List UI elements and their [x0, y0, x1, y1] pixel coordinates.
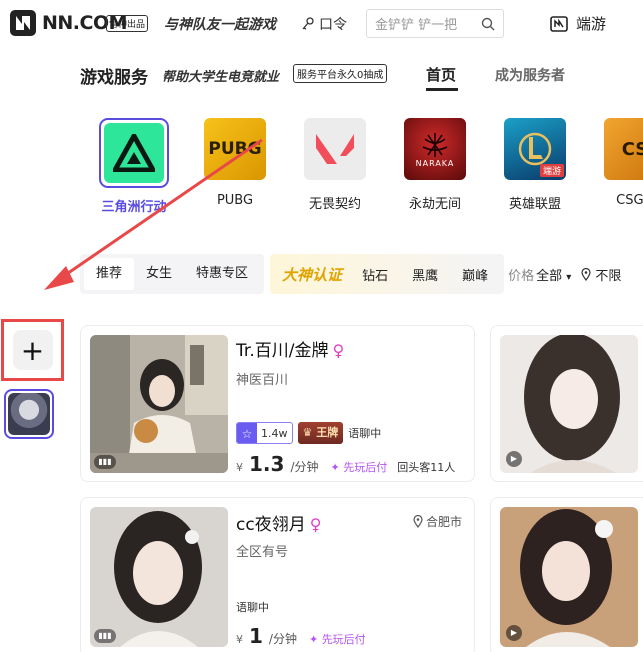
player-photo: ▮▮▮ — [90, 507, 228, 647]
price-row: ¥ 1 /分钟 ✦ 先玩后付 — [236, 624, 366, 648]
game-lol[interactable]: 端游 英雄联盟 — [499, 118, 571, 212]
player-subtitle: 全区有号 — [236, 545, 289, 560]
kouling-link[interactable]: 口令 — [302, 14, 347, 34]
repeat-customers: 回头客11人 — [397, 461, 456, 474]
avatar — [8, 393, 50, 435]
nav-active-indicator — [426, 88, 458, 91]
game-valorant[interactable]: 无畏契约 — [299, 118, 371, 212]
game-delta-force[interactable]: 三角洲行动 — [98, 118, 170, 215]
game-name: 无畏契约 — [308, 197, 361, 212]
play-first-badge: ✦ 先玩后付 — [330, 461, 388, 474]
voice-icon[interactable]: ▮▮▮ — [94, 629, 116, 643]
status-text: 语聊中 — [348, 427, 382, 440]
game-name: 英雄联盟 — [508, 197, 561, 212]
dashen-certified-group: 大神认证 钻石 黑鹰 巅峰 — [270, 254, 505, 294]
status-text: 语聊中 — [236, 601, 269, 614]
key-icon — [302, 17, 314, 30]
player-card[interactable]: ▶ — [490, 497, 643, 652]
tab-recommended[interactable]: 推荐 — [84, 258, 135, 290]
price-value: 1 — [249, 624, 263, 648]
location-text: 合肥市 — [426, 515, 463, 529]
price-select[interactable]: 全部 ▾ — [536, 265, 571, 284]
location-pin-icon — [581, 267, 591, 281]
player-subtitle: 神医百川 — [236, 373, 289, 388]
play-icon[interactable]: ▶ — [506, 625, 522, 641]
nav-become-provider[interactable]: 成为服务者 — [495, 65, 565, 85]
tab-female[interactable]: 女生 — [134, 258, 184, 290]
chevron-down-icon: ▾ — [566, 271, 572, 283]
game-name: 永劫无间 — [408, 197, 461, 212]
female-icon: ♀ — [309, 515, 322, 534]
player-card[interactable]: ▮▮▮ cc夜翎月 ♀ 合肥市 全区有号 语聊中 ¥ 1 /分钟 ✦ 先玩后付 — [80, 497, 475, 652]
player-card[interactable]: ▶ — [490, 325, 643, 482]
rating-badge: ☆ 1.4w — [236, 422, 293, 444]
price-unit: /分钟 — [290, 460, 319, 474]
star-icon: ☆ — [237, 423, 257, 443]
currency: ¥ — [236, 633, 243, 646]
player-photo: ▶ — [500, 507, 638, 647]
price-value: 1.3 — [249, 452, 285, 476]
service-title: 游戏服务 — [80, 68, 148, 88]
play-icon[interactable]: ▶ — [506, 451, 522, 467]
dashen-certified-label[interactable]: 大神认证 — [274, 264, 350, 285]
filter-tabs: 推荐 女生 特惠专区 — [80, 254, 265, 294]
game-csgo[interactable]: CS CSGO — [599, 118, 643, 208]
client-icon — [550, 15, 568, 32]
game-name: 三角洲行动 — [101, 200, 167, 215]
valorant-icon — [304, 118, 366, 180]
price-select-value: 全部 — [536, 268, 563, 284]
lol-icon: 端游 — [504, 118, 566, 180]
kouling-label: 口令 — [319, 17, 347, 33]
player-photo: ▶ — [500, 335, 638, 473]
player-name: Tr.百川/金牌 — [236, 341, 329, 361]
player-card[interactable]: ▮▮▮ Tr.百川/金牌 ♀ 神医百川 ☆ 1.4w ♛ 王牌 语聊中 ¥ 1.3… — [80, 325, 475, 482]
game-name: CSGO — [616, 193, 643, 208]
player-name-row: cc夜翎月 ♀ — [236, 510, 321, 535]
search-input[interactable]: 金铲铲 铲一把 — [366, 9, 504, 38]
female-icon: ♀ — [332, 341, 345, 360]
search-icon[interactable] — [481, 17, 495, 31]
csgo-icon: CS — [604, 118, 643, 180]
price-label: 价格 — [508, 268, 535, 284]
rank-peak[interactable]: 巅峰 — [450, 265, 500, 284]
search-placeholder: 金铲铲 铲一把 — [375, 18, 458, 33]
logo-badge: 雷神出品 — [106, 15, 149, 32]
naraka-icon: NARAKA — [404, 118, 466, 180]
currency: ¥ — [236, 461, 243, 474]
game-pubg[interactable]: PUBG PUBG — [199, 118, 271, 208]
slogan: 与神队友一起游戏 — [164, 17, 276, 33]
game-naraka[interactable]: NARAKA 永劫无间 — [399, 118, 471, 212]
location-select[interactable]: 不限 — [581, 265, 621, 284]
tab-special-offer[interactable]: 特惠专区 — [184, 258, 260, 290]
logo-icon[interactable] — [10, 10, 36, 36]
delta-force-icon — [104, 123, 164, 183]
player-badges: ☆ 1.4w ♛ 王牌 语聊中 — [236, 422, 381, 444]
nav-home[interactable]: 首页 — [426, 64, 456, 85]
player-name-row: Tr.百川/金牌 ♀ — [236, 336, 344, 361]
rank-badge: ♛ 王牌 — [297, 422, 344, 444]
add-button[interactable]: + — [12, 330, 53, 370]
price-unit: /分钟 — [268, 632, 297, 646]
game-name: PUBG — [216, 193, 254, 208]
service-subtitle: 帮助大学生电竞就业 — [162, 70, 280, 85]
player-photo: ▮▮▮ — [90, 335, 228, 473]
filter-bar: 推荐 女生 特惠专区 大神认证 钻石 黑鹰 巅峰 价格 全部 ▾ 不限 — [80, 254, 643, 294]
rating-value: 1.4w — [261, 427, 288, 440]
play-first-badge: ✦ 先玩后付 — [308, 633, 366, 646]
player-location: 合肥市 — [413, 513, 462, 530]
voice-icon[interactable]: ▮▮▮ — [94, 455, 116, 469]
location-pin-icon — [413, 515, 423, 528]
rank-blackhawk[interactable]: 黑鹰 — [400, 265, 450, 284]
pubg-icon: PUBG — [204, 118, 266, 180]
location-value: 不限 — [595, 268, 622, 284]
service-tag: 服务平台永久0抽成 — [293, 64, 388, 83]
rank-diamond[interactable]: 钻石 — [350, 265, 400, 284]
client-label: 端游 — [576, 15, 607, 33]
add-button-highlight[interactable]: + — [1, 319, 64, 381]
client-download-button[interactable]: 端游 — [550, 13, 606, 34]
player-name: cc夜翎月 — [236, 515, 306, 535]
sidebar-avatar[interactable] — [4, 389, 54, 439]
price-row: ¥ 1.3 /分钟 ✦ 先玩后付 回头客11人 — [236, 452, 455, 476]
